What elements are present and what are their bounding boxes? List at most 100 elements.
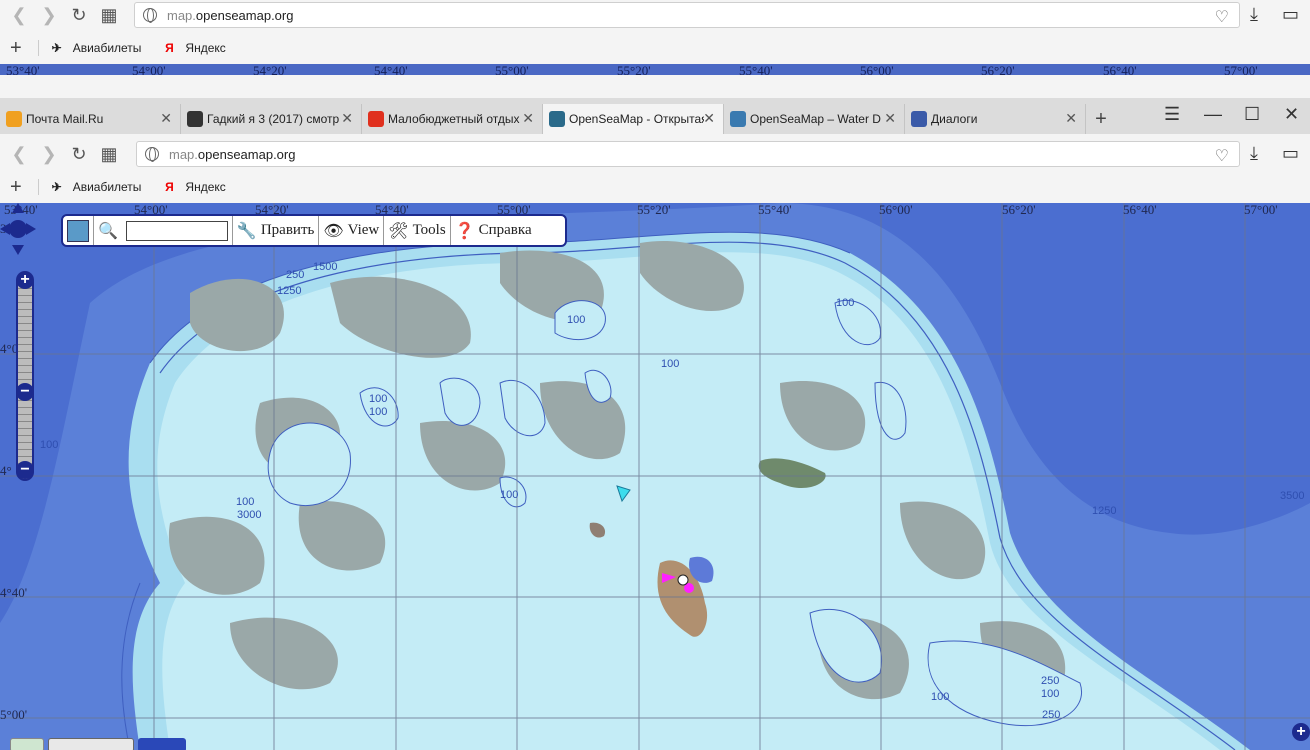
window-close-icon[interactable]: ✕ (1284, 104, 1299, 125)
lon-tick: 55°40' (758, 203, 792, 217)
forward-icon[interactable]: ❯ (34, 139, 64, 169)
depth-label: 1250 (277, 285, 302, 297)
lon-tick: 56°00' (860, 64, 894, 75)
tools-menu[interactable]: 🛠 Tools (384, 216, 451, 245)
search-section: 🔍 (94, 216, 233, 245)
url-host: openseamap.org (197, 146, 296, 162)
openseamap-logo-icon (67, 219, 89, 242)
depth-label: 250 (1042, 709, 1061, 721)
minion-icon (187, 111, 203, 127)
bookmark-yandex[interactable]: Я Яндекс (161, 179, 226, 195)
battery-icon[interactable]: ▭ (1282, 143, 1299, 164)
depth-labels: 250 1500 1250 100 100 100 100 100 100 10… (0, 203, 1310, 750)
depth-label: 100 (236, 496, 255, 508)
zoom-out-icon[interactable]: − (16, 461, 34, 479)
reload-icon[interactable]: ↻ (64, 139, 94, 169)
add-bookmark-icon[interactable]: + (10, 176, 22, 199)
grid-icon[interactable]: ▦ (94, 139, 124, 169)
lat-tick: 5°00' (0, 707, 28, 722)
yandex-icon: Я (165, 180, 174, 194)
help-menu[interactable]: ❓ Справка (451, 216, 536, 245)
download-icon[interactable]: ⤓ (1250, 143, 1258, 164)
depth-label: 100 (369, 406, 388, 418)
tab-title: Малобюджетный отдых (388, 112, 520, 126)
grid-icon[interactable]: ▦ (94, 0, 124, 30)
airplane-icon: ✈ (51, 41, 62, 55)
depth-label: 1250 (1092, 505, 1117, 517)
bookmark-aviabilety[interactable]: ✈ Авиабилеты (49, 179, 142, 195)
search-input[interactable] (125, 220, 228, 241)
lon-tick: 55°20' (637, 203, 671, 217)
close-icon[interactable]: ✕ (884, 110, 896, 127)
bookmark-aviabilety[interactable]: ✈ Авиабилеты (49, 40, 142, 56)
heart-icon[interactable]: ♡ (1215, 146, 1229, 166)
magnifier-icon[interactable]: 🔍 (98, 221, 118, 241)
tab-mail[interactable]: Почта Mail.Ru ✕ (0, 104, 181, 134)
close-icon[interactable]: ✕ (341, 110, 353, 127)
bookmark-yandex[interactable]: Я Яндекс (161, 40, 226, 56)
url-prefix: map. (169, 146, 198, 162)
lon-tick: 57°00' (1224, 64, 1258, 75)
download-icon[interactable]: ⤓ (1250, 4, 1258, 25)
zoom-in-icon[interactable]: + (16, 271, 34, 289)
tab-openseamap[interactable]: OpenSeaMap - Открытая ✕ (543, 104, 724, 134)
bookmarks-bar: + ✈ Авиабилеты Я Яндекс (0, 173, 1310, 201)
maximize-icon[interactable]: ☐ (1244, 104, 1260, 125)
tabs-menu-icon[interactable]: ☰ (1164, 104, 1180, 125)
close-icon[interactable]: ✕ (160, 110, 172, 127)
reload-icon[interactable]: ↻ (64, 0, 94, 30)
top-url-host: openseamap.org (195, 7, 294, 23)
zoom-slider[interactable] (16, 273, 34, 481)
tab-dialogs[interactable]: Диалоги ✕ (905, 104, 1086, 134)
edit-label: Править (260, 222, 315, 238)
address-bar[interactable]: map. openseamap.org ♡ (136, 141, 1240, 167)
lon-tick: 56°00' (879, 203, 913, 217)
top-address-bar[interactable]: map. openseamap.org ♡ (134, 2, 1240, 28)
depth-label: 100 (40, 439, 59, 451)
battery-icon[interactable]: ▭ (1282, 4, 1299, 25)
pan-arrows-icon[interactable] (0, 203, 36, 255)
lat-tick: 4°40' (0, 585, 28, 600)
close-icon[interactable]: ✕ (703, 110, 715, 127)
depth-label: 250 (1041, 675, 1060, 687)
map-mode-button[interactable] (48, 738, 134, 750)
lon-tick: 55°00' (495, 64, 529, 75)
layer-thumbnail[interactable] (10, 738, 44, 750)
depth-label: 100 (500, 489, 519, 501)
new-tab-button[interactable]: + (1086, 104, 1116, 134)
zoom-handle[interactable]: − (16, 383, 34, 401)
chat-icon (911, 111, 927, 127)
tools-label: Tools (412, 222, 446, 238)
sea-map[interactable]: 250 1500 1250 100 100 100 100 100 100 10… (0, 203, 1310, 750)
tab-title: OpenSeaMap - Открытая (569, 112, 704, 126)
tab-waterdepth[interactable]: OpenSeaMap – Water D ✕ (724, 104, 905, 134)
layer-switcher-icon[interactable]: + (1292, 723, 1310, 741)
depth-label: 100 (567, 314, 586, 326)
bookmark-label: Авиабилеты (72, 41, 142, 55)
ship-icon[interactable] (138, 738, 186, 750)
view-menu[interactable]: 👁 View (319, 216, 385, 245)
tab-movie[interactable]: Гадкий я 3 (2017) смотр ✕ (181, 104, 362, 134)
back-icon[interactable]: ❮ (4, 139, 34, 169)
lon-tick: 56°40' (1123, 203, 1157, 217)
close-icon[interactable]: ✕ (1065, 110, 1077, 127)
depth-label: 1500 (313, 261, 338, 273)
depth-label: 100 (661, 358, 680, 370)
lon-tick: 53°40' (6, 64, 40, 75)
lat-tick: 4° (0, 463, 12, 478)
depth-label: 3500 (1280, 490, 1305, 502)
forward-icon[interactable]: ❯ (34, 0, 64, 30)
back-icon[interactable]: ❮ (4, 0, 34, 30)
map-logo[interactable] (63, 216, 94, 245)
tab-travel[interactable]: Малобюджетный отдых ✕ (362, 104, 543, 134)
minimize-icon[interactable]: — (1204, 104, 1222, 125)
depth-label: 100 (369, 393, 388, 405)
edit-menu[interactable]: 🔧 Править (233, 216, 320, 245)
add-bookmark-icon[interactable]: + (10, 37, 22, 60)
tab-title: Гадкий я 3 (2017) смотр (207, 112, 340, 126)
bookmark-label: Яндекс (185, 180, 226, 194)
heart-icon[interactable]: ♡ (1215, 7, 1229, 27)
tab-title: Почта Mail.Ru (26, 112, 104, 126)
close-icon[interactable]: ✕ (522, 110, 534, 127)
view-label: View (347, 222, 380, 238)
